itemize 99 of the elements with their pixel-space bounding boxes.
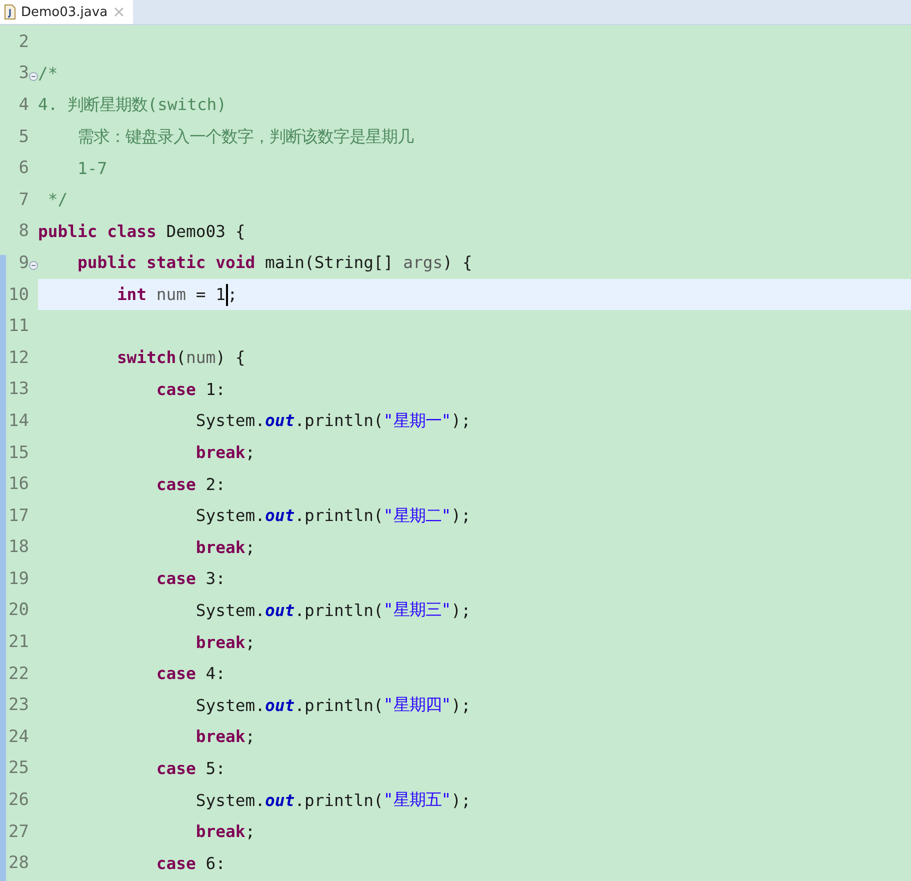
keyword: break — [194, 822, 246, 842]
line-number: 12 — [8, 348, 29, 368]
code-text: ; — [228, 285, 238, 304]
line-number: 15 — [8, 442, 29, 463]
code-text: ; — [245, 822, 256, 842]
comment: /* — [38, 64, 58, 83]
fold-icon[interactable] — [29, 261, 38, 270]
keyword: case — [155, 474, 196, 494]
comment: 1-7 — [76, 158, 108, 178]
line-number: 5 — [18, 126, 29, 147]
variable-name: num — [186, 348, 216, 368]
code-text: System. — [194, 506, 265, 526]
code-text: ); — [451, 790, 471, 810]
keyword: break — [194, 632, 246, 652]
line-number: 18 — [8, 537, 29, 558]
line-number: 26 — [8, 790, 29, 810]
code-text: = 1 — [194, 285, 226, 304]
line-number: 2 — [18, 32, 29, 52]
comment: 4. 判断星期数(switch) — [38, 94, 227, 116]
variable-name: args — [403, 253, 443, 272]
line-number: 21 — [8, 632, 29, 652]
code-text: ) { — [216, 348, 246, 368]
code-text: System. — [194, 790, 265, 810]
line-number: 28 — [8, 853, 29, 874]
code-text: 2: — [204, 474, 226, 494]
string-literal: "星期一" — [383, 410, 452, 432]
keyword: case — [155, 569, 196, 588]
line-number: 24 — [8, 726, 29, 747]
string-literal: "星期五" — [383, 789, 452, 812]
code-text: ); — [451, 506, 471, 526]
keyword: case — [155, 380, 196, 399]
line-number: 8 — [18, 221, 29, 242]
comment: 需求：键盘录入一个数字，判断该数字是星期几 — [76, 126, 414, 148]
line-number: 20 — [8, 600, 29, 620]
keyword: public class — [38, 222, 156, 241]
line-number: 27 — [8, 822, 29, 842]
comment: */ — [46, 190, 68, 210]
field-name: out — [264, 506, 295, 526]
line-number: 7 — [18, 190, 29, 210]
string-literal: "星期三" — [383, 599, 452, 622]
code-text: .println( — [294, 696, 384, 715]
code-text: ( — [176, 348, 186, 368]
field-name: out — [264, 411, 295, 430]
keyword: public static void — [76, 253, 256, 272]
keyword: case — [155, 664, 196, 684]
code-text: ; — [245, 727, 256, 746]
line-number: 25 — [8, 758, 29, 778]
keyword: int — [116, 285, 148, 304]
keyword: case — [155, 854, 196, 873]
code-text: ); — [451, 600, 471, 620]
code-text: ; — [245, 632, 256, 652]
line-number: 19 — [8, 568, 29, 589]
code-text: .println( — [294, 790, 384, 810]
line-number: 22 — [8, 664, 29, 684]
field-name: out — [264, 600, 295, 620]
line-number: 23 — [8, 695, 29, 716]
code-text: Demo03 { — [165, 222, 246, 241]
line-number: 3 — [18, 63, 29, 84]
editor-tab[interactable]: Demo03.java — [0, 0, 133, 24]
line-number: 17 — [8, 506, 29, 526]
code-text: ; — [245, 538, 256, 557]
code-text: System. — [194, 411, 265, 430]
keyword: switch — [116, 348, 176, 368]
keyword: case — [155, 758, 196, 778]
fold-icon[interactable] — [29, 72, 38, 81]
code-text: main(String[] — [264, 253, 394, 272]
code-text: 6: — [204, 854, 226, 873]
keyword: break — [194, 538, 246, 557]
close-icon[interactable] — [112, 6, 125, 18]
line-number: 4 — [18, 94, 29, 115]
string-literal: "星期四" — [383, 694, 452, 716]
text-cursor — [226, 284, 228, 306]
line-number: 11 — [8, 316, 29, 336]
code-text: 3: — [204, 569, 226, 588]
code-text: .println( — [294, 600, 384, 620]
line-number: 13 — [8, 379, 29, 400]
string-literal: "星期二" — [383, 504, 452, 527]
java-file-icon — [4, 4, 16, 20]
line-number: 9 — [18, 252, 29, 273]
keyword: break — [194, 727, 246, 746]
code-text: .println( — [294, 411, 384, 430]
code-text: ; — [245, 443, 256, 462]
line-number: 10 — [8, 284, 29, 305]
code-text: ); — [451, 696, 471, 715]
field-name: out — [264, 696, 295, 715]
variable-name: num — [156, 285, 186, 304]
code-text: 1: — [204, 380, 226, 399]
code-text: 4: — [204, 664, 226, 684]
code-text: ) { — [442, 253, 472, 272]
keyword: break — [194, 443, 246, 462]
code-text: System. — [194, 600, 265, 620]
code-text: 5: — [204, 758, 226, 778]
field-name: out — [264, 790, 295, 810]
code-text: ); — [451, 411, 471, 430]
line-number: 6 — [18, 158, 29, 178]
line-number: 14 — [8, 410, 29, 431]
code-text: System. — [194, 696, 265, 715]
line-number: 16 — [8, 474, 29, 494]
code-text: .println( — [294, 506, 384, 526]
